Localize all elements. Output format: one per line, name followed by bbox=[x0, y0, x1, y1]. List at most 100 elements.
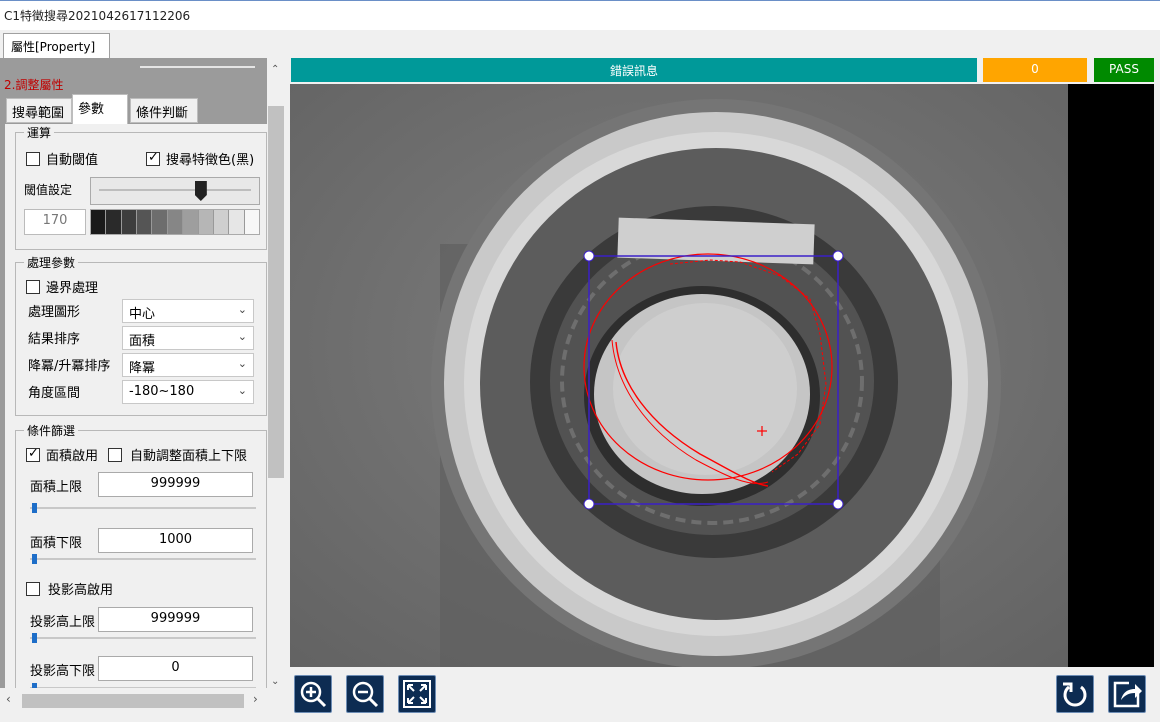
area-min-input[interactable]: 1000 bbox=[98, 528, 253, 553]
scroll-up-icon[interactable]: ⌃ bbox=[271, 64, 279, 75]
area-max-input[interactable]: 999999 bbox=[98, 472, 253, 497]
tab-condition[interactable]: 條件判斷 bbox=[130, 98, 198, 123]
border-processing-checkbox[interactable]: 邊界處理 bbox=[26, 277, 98, 296]
threshold-value[interactable]: 170 bbox=[24, 209, 86, 235]
proj-min-label: 投影高下限 bbox=[30, 664, 96, 679]
grayscale-strip bbox=[90, 209, 260, 235]
export-icon bbox=[1113, 681, 1142, 708]
region-handle-tl[interactable] bbox=[583, 250, 595, 262]
gray-level-swatch bbox=[197, 210, 213, 234]
area-max-label: 面積上限 bbox=[30, 480, 83, 495]
proj-enable-box[interactable] bbox=[26, 582, 40, 596]
auto-threshold-box[interactable] bbox=[26, 152, 40, 166]
proj-enable-checkbox[interactable]: 投影高啟用 bbox=[26, 579, 113, 598]
region-handle-br[interactable] bbox=[832, 498, 844, 510]
window-title: C1特徵搜尋2021042617112206 bbox=[0, 0, 1160, 30]
result-count-badge: 0 bbox=[983, 58, 1087, 82]
area-max-slider-knob[interactable] bbox=[32, 503, 37, 513]
angle-select-value: -180~180 bbox=[129, 384, 195, 399]
chevron-down-icon: ⌄ bbox=[237, 330, 247, 343]
paper-label bbox=[617, 217, 815, 265]
group-filter: 條件篩選 面積啟用 自動調整面積上下限 面積上限 999999 面積下限 100… bbox=[15, 422, 267, 694]
search-black-checkbox[interactable]: 搜尋特徵色(黑) bbox=[146, 149, 254, 168]
region-handle-bl[interactable] bbox=[583, 498, 595, 510]
zoom-in-icon bbox=[300, 681, 327, 708]
area-max-slider[interactable] bbox=[30, 503, 256, 513]
area-min-slider-knob[interactable] bbox=[32, 554, 37, 564]
error-message-bar: 錯誤訊息 bbox=[291, 58, 977, 82]
area-enable-box[interactable] bbox=[26, 446, 40, 462]
gray-level-swatch bbox=[243, 210, 259, 234]
proj-max-slider-knob[interactable] bbox=[32, 633, 37, 643]
auto-area-label: 自動調整面積上下限 bbox=[130, 449, 248, 464]
export-button[interactable] bbox=[1108, 675, 1146, 713]
gray-level-swatch bbox=[166, 210, 183, 234]
threshold-slider-track bbox=[99, 189, 251, 191]
disc-glare bbox=[613, 303, 797, 475]
shape-select[interactable]: 中心 ⌄ bbox=[122, 299, 254, 323]
gray-level-swatch bbox=[136, 210, 152, 234]
horizontal-scrollbar[interactable]: ‹ › bbox=[0, 688, 285, 722]
order-label: 降冪/升冪排序 bbox=[28, 359, 111, 374]
group-filter-title: 條件篩選 bbox=[24, 422, 79, 439]
area-min-label: 面積下限 bbox=[30, 536, 83, 551]
image-viewer[interactable] bbox=[290, 84, 1154, 667]
sort-select[interactable]: 面積 ⌄ bbox=[122, 326, 254, 350]
gray-level-swatch bbox=[120, 210, 137, 234]
sort-label: 結果排序 bbox=[28, 332, 81, 347]
area-enable-label: 面積啟用 bbox=[46, 449, 99, 464]
gray-level-swatch bbox=[151, 210, 167, 234]
border-processing-box[interactable] bbox=[26, 280, 40, 294]
order-select-value: 降冪 bbox=[129, 361, 156, 376]
parameters-panel: 運算 自動閾值 搜尋特徵色(黑) 閾值設定 170 處理參數 bbox=[5, 124, 267, 694]
proj-max-input[interactable]: 999999 bbox=[98, 607, 253, 632]
order-select[interactable]: 降冪 ⌄ bbox=[122, 353, 254, 377]
scroll-left-icon[interactable]: ‹ bbox=[6, 692, 11, 706]
search-black-box[interactable] bbox=[146, 150, 160, 166]
gray-level-swatch bbox=[105, 210, 121, 234]
tab-search-range[interactable]: 搜尋範圍 bbox=[6, 98, 72, 123]
threshold-slider[interactable] bbox=[90, 177, 260, 205]
threshold-slider-knob[interactable] bbox=[194, 181, 207, 201]
search-black-label: 搜尋特徵色(黑) bbox=[166, 153, 255, 168]
zoom-in-button[interactable] bbox=[294, 675, 332, 713]
top-divider bbox=[140, 58, 255, 68]
region-handle-tr[interactable] bbox=[832, 250, 844, 262]
zoom-out-icon bbox=[352, 681, 379, 708]
inspection-image bbox=[290, 84, 1154, 667]
auto-area-box[interactable] bbox=[108, 448, 122, 462]
tab-parameters[interactable]: 參數 bbox=[72, 94, 128, 124]
fit-screen-icon bbox=[403, 680, 431, 708]
scroll-right-icon[interactable]: › bbox=[253, 692, 258, 706]
auto-threshold-checkbox[interactable]: 自動閾值 bbox=[26, 149, 98, 168]
auto-area-checkbox[interactable]: 自動調整面積上下限 bbox=[108, 445, 247, 464]
proj-max-label: 投影高上限 bbox=[30, 615, 96, 630]
gray-level-swatch bbox=[212, 210, 229, 234]
proj-max-slider[interactable] bbox=[30, 633, 256, 643]
area-enable-checkbox[interactable]: 面積啟用 bbox=[26, 445, 98, 464]
zoom-out-button[interactable] bbox=[346, 675, 384, 713]
vertical-scrollbar[interactable]: ⌃ ⌄ bbox=[267, 58, 285, 688]
angle-label: 角度區間 bbox=[28, 386, 81, 401]
group-processing-title: 處理參數 bbox=[24, 254, 79, 271]
chevron-down-icon: ⌄ bbox=[237, 357, 247, 370]
inner-tabs: 搜尋範圍 參數 條件判斷 bbox=[0, 94, 267, 124]
proj-min-input[interactable]: 0 bbox=[98, 656, 253, 681]
reset-button[interactable] bbox=[1056, 675, 1094, 713]
area-min-slider[interactable] bbox=[30, 554, 256, 564]
rotate-reset-icon bbox=[1063, 682, 1087, 707]
group-processing: 處理參數 邊界處理 處理圖形 中心 ⌄ 結果排序 面積 ⌄ 降冪/升冪排序 降冪 ⌄ … bbox=[15, 254, 267, 416]
tab-property[interactable]: 屬性[Property] bbox=[3, 33, 110, 58]
property-panel: 2.調整屬性 搜尋範圍 參數 條件判斷 運算 自動閾值 搜尋特徵色(黑) 閾值設… bbox=[0, 58, 285, 722]
scroll-down-icon[interactable]: ⌄ bbox=[271, 676, 279, 687]
shape-select-value: 中心 bbox=[129, 307, 156, 322]
chevron-down-icon: ⌄ bbox=[237, 384, 247, 397]
threshold-label: 閾值設定 bbox=[24, 183, 73, 197]
angle-select[interactable]: -180~180 ⌄ bbox=[122, 380, 254, 404]
vertical-scroll-thumb[interactable] bbox=[268, 106, 284, 478]
gray-level-swatch bbox=[228, 210, 244, 234]
horizontal-scroll-thumb[interactable] bbox=[22, 694, 244, 708]
fit-screen-button[interactable] bbox=[398, 675, 436, 713]
main-tab-strip: 屬性[Property] bbox=[0, 30, 1160, 58]
border-processing-label: 邊界處理 bbox=[46, 281, 99, 296]
